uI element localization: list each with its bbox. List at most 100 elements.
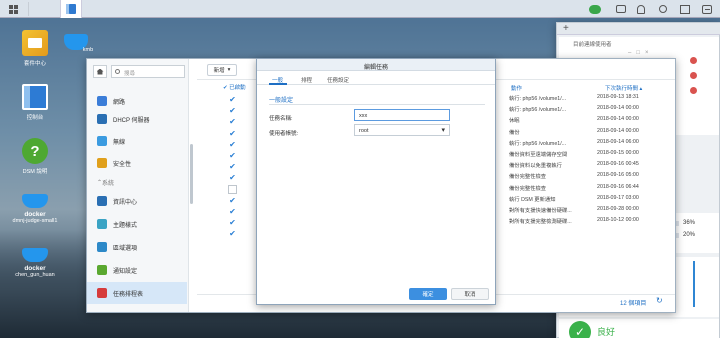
table-row[interactable]: 執行: php56 /volume1/... 2018-09-13 18:31 <box>506 94 674 105</box>
table-row[interactable]: 執行: php56 /volume1/... 2018-09-14 06:00 <box>506 139 674 150</box>
task-action: 備份完整性檢查 <box>509 174 547 181</box>
user-select[interactable]: root ▾ <box>354 124 450 136</box>
sidebar-item-3[interactable]: 安全性 <box>87 152 187 174</box>
table-row[interactable]: 執行 DSM 更新通知 2018-09-17 03:00 <box>506 195 674 206</box>
cpu-percent: 36% <box>683 220 696 226</box>
desktop-icon-label: chen_gun_huan <box>15 272 55 278</box>
widgets-icon[interactable] <box>674 0 696 18</box>
task-enabled-checkbox[interactable]: ✔ <box>228 196 237 205</box>
sidebar-item-9[interactable]: 任務排程表 <box>87 282 187 304</box>
task-action: 執行: php56 /volume1/... <box>509 96 567 102</box>
desktop-icon-dsm-help[interactable]: ? DSM 說明 <box>4 138 66 175</box>
table-row[interactable]: 對所有支援完整檢測硬碟... 2018-10-12 00:00 <box>506 217 674 228</box>
desktop-icon-label: 套件中心 <box>23 61 46 67</box>
active-app-button[interactable] <box>60 0 82 18</box>
action-column-header[interactable]: 動作 <box>511 84 522 92</box>
search-placeholder: 搜尋 <box>124 71 136 77</box>
sidebar-item-2[interactable]: 無線 <box>87 130 187 152</box>
sidebar-item-7[interactable]: 區域選項 <box>87 236 187 258</box>
ok-button[interactable]: 確定 <box>409 288 447 300</box>
sidebar-item-icon <box>97 96 107 106</box>
table-row[interactable]: 備份 2018-09-14 00:00 <box>506 128 674 139</box>
section-title: 一般設定 <box>269 98 294 104</box>
search-input[interactable]: 搜尋 <box>111 65 185 78</box>
desktop-icon-docker-1[interactable]: docker dmnj-judge-small1 <box>4 194 66 224</box>
task-enabled-checkbox[interactable]: ✔ <box>228 218 237 227</box>
minimize-icon[interactable]: – <box>628 50 631 56</box>
tab-schedule[interactable]: 排程 <box>301 76 312 84</box>
options-icon[interactable] <box>696 0 718 18</box>
task-action: 執行: php56 /volume1/... <box>509 140 567 147</box>
task-action: 對所有支援完整檢測硬碟... <box>509 219 572 226</box>
sidebar-item-icon <box>97 136 107 146</box>
table-row[interactable]: 備份完整性檢查 2018-09-16 05:00 <box>506 172 674 183</box>
remove-icon[interactable] <box>690 57 697 64</box>
table-row[interactable]: 休眠 2018-09-14 00:00 <box>506 116 674 127</box>
sidebar-item-label: 資訊中心 <box>113 199 138 206</box>
task-enabled-checkbox[interactable]: ✔ <box>228 207 237 216</box>
remove-icon[interactable] <box>690 87 697 94</box>
home-button[interactable] <box>93 65 107 78</box>
sidebar-item-6[interactable]: 主題樣式 <box>87 213 187 235</box>
task-action: 休眠 <box>509 118 520 125</box>
main-menu-button[interactable] <box>2 0 24 18</box>
window-controls: – □ × <box>628 50 668 58</box>
docker-icon <box>22 248 48 262</box>
task-action: 備份完整性檢查 <box>509 185 547 192</box>
task-enabled-checkbox[interactable]: ✔ <box>228 95 237 104</box>
tab-task-settings[interactable]: 任務設定 <box>327 76 349 84</box>
task-enabled-checkbox[interactable] <box>228 184 237 194</box>
new-button[interactable]: 新增 ▾ <box>207 64 237 76</box>
refresh-icon[interactable]: ↻ <box>656 296 663 305</box>
health-widget: ✓ 良好 <box>559 319 719 338</box>
grid-icon <box>8 4 18 14</box>
sidebar-group-system[interactable]: ⌃ 系統 <box>87 174 187 190</box>
next-run-column-header[interactable]: 下次執行時間 ▴ <box>605 84 642 92</box>
tab-general-underline <box>269 83 287 85</box>
task-enabled-checkbox[interactable]: ✔ <box>228 229 237 238</box>
cloud-sync-icon[interactable] <box>584 0 606 18</box>
task-enabled-checkbox[interactable]: ✔ <box>228 173 237 182</box>
checkbox-icon[interactable]: ✔ <box>223 85 228 91</box>
table-row[interactable]: 備份資料以免重複執行 2018-09-16 00:45 <box>506 161 674 172</box>
task-enabled-checkbox[interactable]: ✔ <box>228 117 237 126</box>
search-icon <box>115 69 120 74</box>
remove-icon[interactable] <box>690 72 697 79</box>
task-action: 對所有支援快速備份硬碟... <box>509 208 572 214</box>
task-enabled-checkbox[interactable]: ✔ <box>228 151 237 160</box>
task-enabled-checkbox[interactable]: ✔ <box>228 129 237 138</box>
sidebar-item-8[interactable]: 通知設定 <box>87 259 187 281</box>
sidebar-item-1[interactable]: DHCP 伺服器 <box>87 108 187 130</box>
table-row[interactable]: 對所有支援快速備份硬碟... 2018-09-28 00:00 <box>506 206 674 217</box>
sidebar-group-label: 系統 <box>102 180 115 187</box>
task-action: 備份資料以免重複執行 <box>509 163 562 170</box>
chat-icon[interactable] <box>610 0 632 18</box>
user-icon[interactable] <box>630 0 652 18</box>
task-next-run: 2018-09-16 05:00 <box>597 172 639 179</box>
desktop-icon-label: 控制台 <box>26 115 44 121</box>
table-row[interactable]: 備份完整性檢查 2018-09-16 06:44 <box>506 184 674 195</box>
task-enabled-checkbox[interactable]: ✔ <box>228 106 237 115</box>
enabled-column-header: ✔ 已啟動 <box>223 85 246 91</box>
sidebar-item-label: DHCP 伺服器 <box>113 117 150 124</box>
search-icon[interactable] <box>652 0 674 18</box>
task-enabled-checkbox[interactable]: ✔ <box>228 162 237 171</box>
table-row[interactable]: 執行: php56 /volume1/... 2018-09-14 00:00 <box>506 105 674 116</box>
task-next-run: 2018-09-14 00:00 <box>597 105 639 112</box>
sidebar-item-icon <box>97 288 107 298</box>
desktop-icon-control-panel[interactable]: 控制台 <box>4 84 66 121</box>
desktop-icon-docker-2[interactable]: docker chen_gun_huan <box>4 248 66 278</box>
add-widget-icon[interactable]: + <box>563 23 569 34</box>
desktop-icon-kmb[interactable]: kmb <box>56 30 96 59</box>
table-row[interactable]: 備份資料至遠端儲存空間 2018-09-15 00:00 <box>506 150 674 161</box>
new-button-label: 新增 <box>213 68 225 74</box>
sidebar-scrollbar[interactable] <box>190 144 193 204</box>
docker-icon <box>22 194 48 208</box>
close-icon[interactable]: × <box>645 50 649 56</box>
cancel-button[interactable]: 取消 <box>451 288 489 300</box>
task-enabled-checkbox[interactable]: ✔ <box>228 140 237 149</box>
sidebar-item-label: 安全性 <box>113 161 132 168</box>
task-name-input[interactable]: xxx <box>354 109 450 121</box>
sidebar-item-5[interactable]: 資訊中心 <box>87 190 187 212</box>
maximize-icon[interactable]: □ <box>636 50 640 56</box>
